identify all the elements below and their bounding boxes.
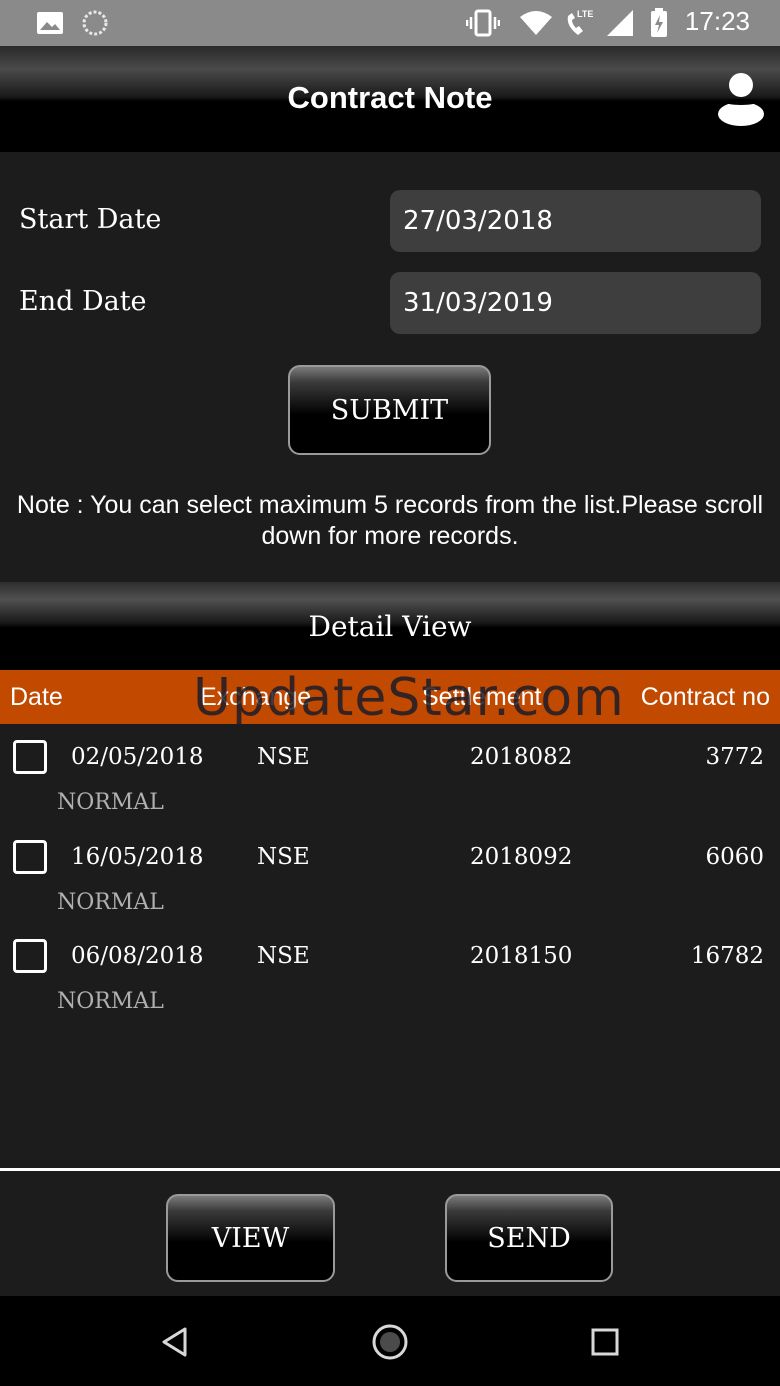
status-time: 17:23 <box>684 6 750 36</box>
recents-icon[interactable] <box>582 1319 628 1365</box>
row-settlement: 2018150 <box>470 943 573 969</box>
table-row: 06/08/2018 NSE 2018150 16782 NORMAL <box>0 939 780 1039</box>
row-exchange: NSE <box>257 844 310 870</box>
column-settlement: Settlement <box>422 683 542 711</box>
column-date: Date <box>10 683 63 711</box>
loading-icon <box>80 0 110 46</box>
end-date-label: End Date <box>19 286 147 317</box>
vibrate-icon <box>466 0 500 46</box>
submit-button[interactable]: SUBMIT <box>288 365 491 455</box>
row-type: NORMAL <box>57 790 164 815</box>
back-icon[interactable] <box>152 1319 198 1365</box>
app-bar: Contract Note <box>0 46 780 152</box>
detail-view-title: Detail View <box>308 610 472 643</box>
user-icon[interactable] <box>716 72 766 128</box>
start-date-label: Start Date <box>19 204 162 235</box>
row-date: 06/08/2018 <box>71 943 204 969</box>
row-date: 02/05/2018 <box>71 744 204 770</box>
row-contract-no: 3772 <box>705 744 764 770</box>
column-exchange: Exchange <box>200 683 312 711</box>
send-button[interactable]: SEND <box>445 1194 613 1282</box>
table-row: 02/05/2018 NSE 2018082 3772 NORMAL <box>0 740 780 840</box>
row-checkbox[interactable] <box>13 939 47 973</box>
row-type: NORMAL <box>57 890 164 915</box>
lte-call-icon: LTE <box>564 0 596 46</box>
page-title: Contract Note <box>287 80 493 115</box>
row-exchange: NSE <box>257 943 310 969</box>
table-row: 16/05/2018 NSE 2018092 6060 NORMAL <box>0 840 780 940</box>
row-type: NORMAL <box>57 989 164 1014</box>
battery-icon <box>648 0 670 46</box>
wifi-icon <box>518 0 554 46</box>
end-date-field[interactable]: 31/03/2019 <box>390 272 761 334</box>
navigation-bar <box>0 1296 780 1386</box>
status-bar: LTE 17:23 <box>0 0 780 46</box>
row-contract-no: 6060 <box>705 844 764 870</box>
row-contract-no: 16782 <box>690 943 764 969</box>
start-date-field[interactable]: 27/03/2018 <box>390 190 761 252</box>
row-checkbox[interactable] <box>13 740 47 774</box>
divider <box>0 1168 780 1171</box>
row-exchange: NSE <box>257 744 310 770</box>
signal-icon <box>604 0 636 46</box>
row-checkbox[interactable] <box>13 840 47 874</box>
row-settlement: 2018082 <box>470 744 573 770</box>
detail-view-header: Detail View <box>0 582 780 670</box>
column-contract-no: Contract no <box>640 683 770 711</box>
note-text: Note : You can select maximum 5 records … <box>16 491 764 550</box>
view-button[interactable]: VIEW <box>166 1194 335 1282</box>
image-icon <box>34 0 66 46</box>
svg-text:LTE: LTE <box>577 9 593 19</box>
row-date: 16/05/2018 <box>71 844 204 870</box>
row-settlement: 2018092 <box>470 844 573 870</box>
home-icon[interactable] <box>367 1319 413 1365</box>
table-header: Date Exchange Settlement Contract no <box>0 670 780 724</box>
